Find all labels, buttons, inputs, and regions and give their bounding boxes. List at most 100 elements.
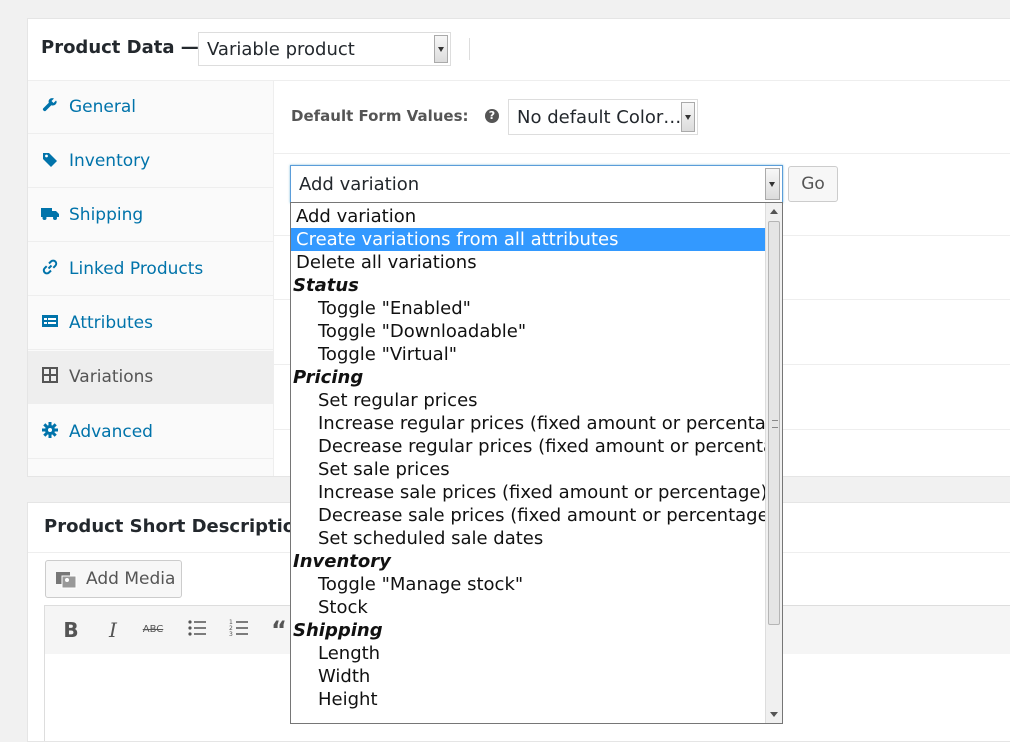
tab-variations[interactable]: Variations <box>28 351 273 404</box>
option-group-label: Pricing <box>291 366 765 389</box>
option-label: Toggle "Enabled" <box>318 298 471 319</box>
dropdown-option[interactable]: Height <box>291 688 765 711</box>
tab-general-label: General <box>69 97 136 117</box>
option-label: Set scheduled sale dates <box>318 528 544 549</box>
dropdown-option[interactable]: Toggle "Manage stock" <box>291 573 765 596</box>
header-divider <box>469 38 470 60</box>
svg-text:3: 3 <box>229 631 233 638</box>
wrench-icon <box>41 97 59 115</box>
tab-linked-products[interactable]: Linked Products <box>28 243 273 296</box>
option-label: Stock <box>318 597 368 618</box>
italic-icon[interactable]: I <box>101 618 125 642</box>
dropdown-option[interactable]: Set regular prices <box>291 389 765 412</box>
option-group-label: Inventory <box>291 550 765 573</box>
option-label: Create variations from all attributes <box>296 229 619 250</box>
dropdown-option[interactable]: Set scheduled sale dates <box>291 527 765 550</box>
list-icon <box>41 313 59 331</box>
scroll-down-arrow-icon[interactable] <box>770 712 778 717</box>
dropdown-option[interactable]: Delete all variations <box>291 251 765 274</box>
help-icon[interactable]: ? <box>485 109 499 123</box>
tab-general[interactable]: General <box>28 81 273 134</box>
product-data-title: Product Data — <box>41 37 199 58</box>
dropdown-option[interactable]: Set sale prices <box>291 458 765 481</box>
option-label: Set regular prices <box>318 390 478 411</box>
option-label: Inventory <box>293 551 391 572</box>
dropdown-option[interactable]: Width <box>291 665 765 688</box>
option-label: Status <box>293 275 359 296</box>
option-label: Length <box>318 643 381 664</box>
tag-icon <box>41 151 59 169</box>
variation-action-value: Add variation <box>299 174 420 195</box>
tab-attributes[interactable]: Attributes <box>28 297 273 350</box>
product-type-select[interactable]: Variable product <box>198 32 451 66</box>
option-label: Decrease sale prices (fixed amount or pe… <box>318 505 776 526</box>
scroll-up-arrow-icon[interactable] <box>770 209 778 214</box>
dropdown-option[interactable]: Increase sale prices (fixed amount or pe… <box>291 481 768 504</box>
option-label: Toggle "Downloadable" <box>318 321 527 342</box>
bold-icon[interactable]: B <box>59 618 83 642</box>
media-icon <box>56 570 78 589</box>
strikethrough-icon[interactable]: ABC <box>141 618 165 642</box>
chevron-down-icon <box>681 102 695 132</box>
tab-advanced-label: Advanced <box>69 422 153 442</box>
tab-attributes-label: Attributes <box>69 313 153 333</box>
dropdown-options: Add variation Create variations from all … <box>291 205 782 723</box>
default-color-select[interactable]: No default Color… <box>508 99 698 135</box>
product-data-header: Product Data — Variable product <box>28 19 1010 81</box>
dropdown-option[interactable]: Decrease sale prices (fixed amount or pe… <box>291 504 776 527</box>
default-form-values-label: Default Form Values: <box>291 107 469 125</box>
option-label: Toggle "Virtual" <box>318 344 457 365</box>
default-form-values-row: Default Form Values: ? No default Color… <box>274 81 1010 154</box>
option-group-label: Status <box>291 274 765 297</box>
short-description-title: Product Short Description <box>44 516 308 537</box>
grid-icon <box>41 367 59 385</box>
truck-icon <box>41 205 59 223</box>
option-label: Set sale prices <box>318 459 450 480</box>
tab-inventory-label: Inventory <box>69 151 151 171</box>
option-label: Add variation <box>296 206 417 227</box>
scrollbar-thumb[interactable] <box>768 221 780 625</box>
dropdown-option[interactable]: Length <box>291 642 765 665</box>
option-label: Delete all variations <box>296 252 477 273</box>
chevron-down-icon <box>434 35 448 63</box>
tab-inventory[interactable]: Inventory <box>28 135 273 188</box>
numbered-list-icon[interactable]: 123 <box>227 618 251 642</box>
scrollbar-grip-icon <box>772 420 778 428</box>
dropdown-option[interactable]: Stock <box>291 596 765 619</box>
variation-action-dropdown: Add variation Create variations from all … <box>290 202 783 724</box>
dropdown-option[interactable]: Decrease regular prices (fixed amount or… <box>291 435 782 458</box>
dropdown-option[interactable]: Toggle "Downloadable" <box>291 320 765 343</box>
dropdown-scrollbar[interactable] <box>765 203 782 723</box>
option-label: Shipping <box>293 620 383 641</box>
option-label: Pricing <box>293 367 364 388</box>
chevron-down-icon <box>765 168 780 200</box>
option-label: Increase regular prices (fixed amount or… <box>318 413 783 434</box>
variation-action-select[interactable]: Add variation <box>290 165 783 203</box>
option-label: Decrease regular prices (fixed amount or… <box>318 436 783 457</box>
option-label: Height <box>318 689 378 710</box>
dropdown-option[interactable]: Create variations from all attributes <box>291 228 765 251</box>
dropdown-option[interactable]: Add variation <box>291 205 765 228</box>
dropdown-option[interactable]: Toggle "Virtual" <box>291 343 765 366</box>
tab-shipping-label: Shipping <box>69 205 144 225</box>
add-media-label: Add Media <box>86 569 176 589</box>
tab-shipping[interactable]: Shipping <box>28 189 273 242</box>
product-type-value: Variable product <box>207 39 355 60</box>
option-label: Width <box>318 666 371 687</box>
add-media-button[interactable]: Add Media <box>45 560 182 598</box>
dropdown-option[interactable]: Toggle "Enabled" <box>291 297 765 320</box>
bullet-list-icon[interactable] <box>185 618 209 642</box>
product-data-tabs: General Inventory Shipping Linked Produc… <box>28 81 274 476</box>
option-label: Toggle "Manage stock" <box>318 574 524 595</box>
option-label: Increase sale prices (fixed amount or pe… <box>318 482 768 503</box>
tab-variations-label: Variations <box>69 367 154 387</box>
tab-advanced[interactable]: Advanced <box>28 406 273 459</box>
dropdown-option[interactable]: Increase regular prices (fixed amount or… <box>291 412 782 435</box>
link-icon <box>41 259 59 277</box>
blockquote-icon[interactable]: “ <box>267 618 291 642</box>
default-color-value: No default Color… <box>517 107 682 128</box>
option-group-label: Shipping <box>291 619 765 642</box>
tab-linked-products-label: Linked Products <box>69 259 204 279</box>
gear-icon <box>41 422 59 440</box>
go-button[interactable]: Go <box>788 166 838 202</box>
